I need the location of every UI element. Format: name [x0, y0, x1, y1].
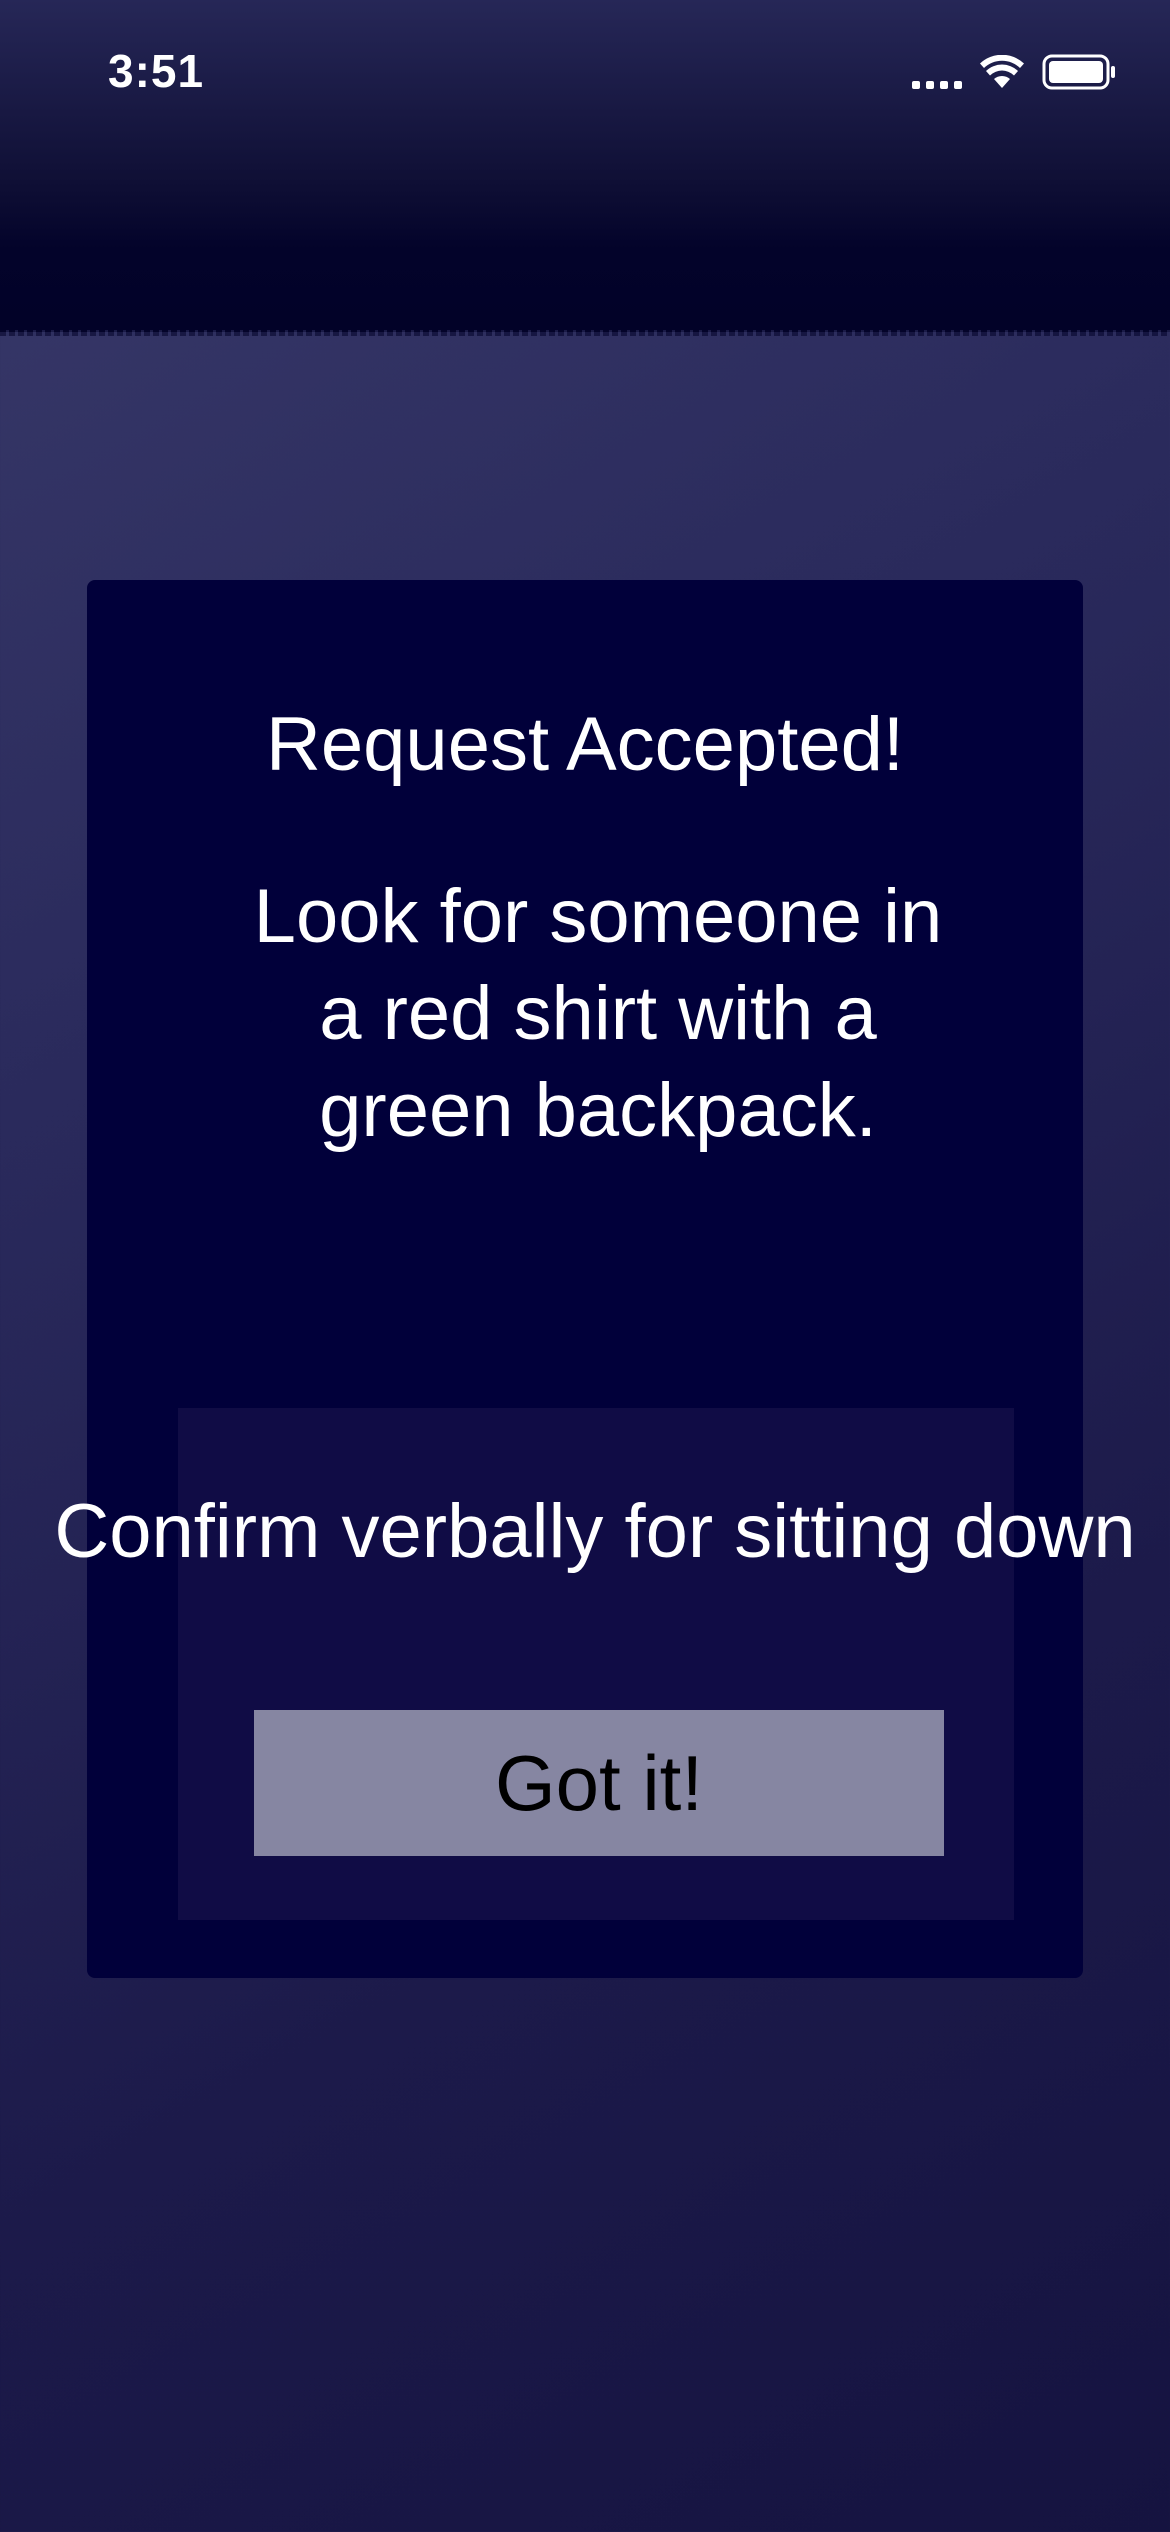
request-title: Request Accepted! — [266, 702, 904, 787]
status-bar: 3:51 — [0, 0, 1170, 336]
battery-icon — [1042, 54, 1115, 90]
status-icons — [912, 52, 1116, 92]
wifi-icon — [980, 55, 1024, 88]
cellular-signal-icon — [912, 69, 962, 89]
status-time: 3:51 — [108, 45, 205, 97]
got-it-button[interactable]: Got it! — [254, 1710, 944, 1856]
confirm-text: Confirm verbally for sitting down — [54, 1489, 1136, 1574]
request-message: Look for someone in a red shirt with a g… — [253, 874, 943, 1153]
